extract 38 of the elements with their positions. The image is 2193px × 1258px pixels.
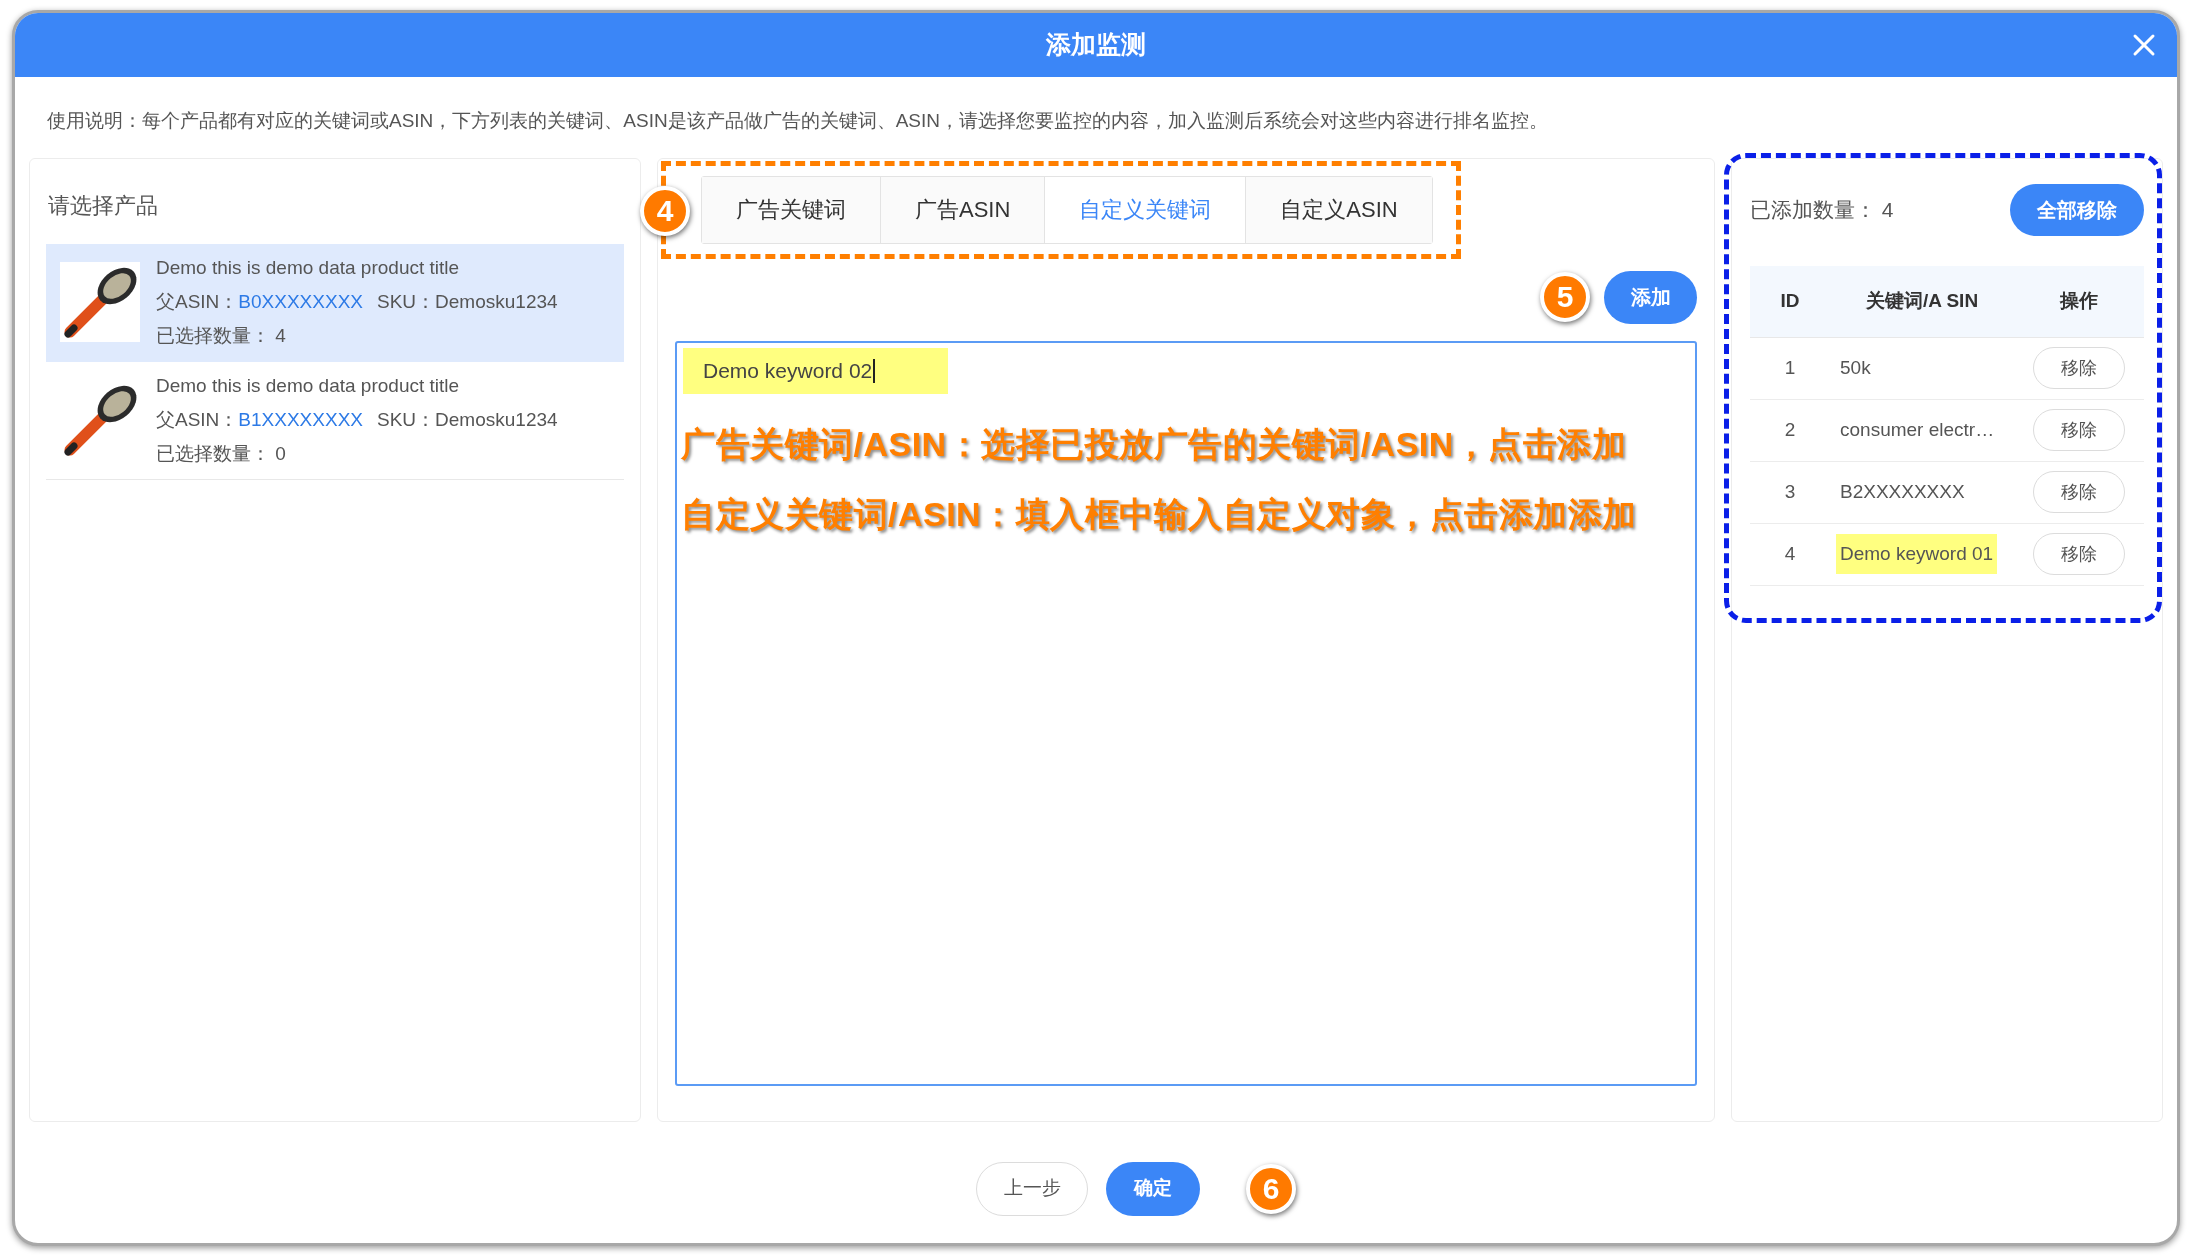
table-cell-text: 2 (1783, 417, 1797, 442)
table-cell: Demo keyword 01 (1836, 533, 1998, 575)
column-header: 关键词/A SIN (1864, 288, 1980, 313)
product-title: Demo this is demo data product title (156, 374, 461, 398)
added-count: 已添加数量： 4 (1750, 196, 1894, 223)
asin-label: 父ASIN： (156, 290, 239, 314)
tab[interactable]: 广告关键词 (702, 176, 881, 243)
product-item[interactable]: Demo this is demo data product title 父ASIN：B0XXXXXXXX SKU：Demosku1234 已选择数量： 4 (46, 243, 624, 362)
remove-button[interactable]: 移除 (2033, 347, 2125, 389)
selected-count: 已选择数量： 0 (156, 442, 287, 466)
tab[interactable]: 自定义ASIN (1246, 176, 1432, 243)
confirm-button[interactable]: 确定 (1106, 1161, 1200, 1216)
asin-link[interactable]: B1XXXXXXXX (238, 403, 363, 437)
sku-text: SKU：Demosku1234 (377, 290, 558, 314)
column-header: ID (1779, 288, 1801, 313)
table-cell-text: 1 (1783, 355, 1797, 380)
back-button[interactable]: 上一步 (976, 1161, 1088, 1216)
table-cell-text: consumer electr… (1839, 417, 1996, 442)
add-button[interactable]: 添加 (1604, 270, 1697, 324)
table-cell-text: 3 (1783, 479, 1797, 504)
dialog-title: 添加监测 (1046, 29, 1146, 61)
remove-button[interactable]: 移除 (2033, 533, 2125, 575)
annotation-text: 广告关键词/ASIN：选择已投放广告的关键词/ASIN，点击添加 (681, 423, 1628, 465)
annotation-text: 自定义关键词/ASIN：填入框中输入自定义对象，点击添加添加 (681, 493, 1637, 535)
remove-all-button[interactable]: 全部移除 (2010, 183, 2144, 236)
remove-button[interactable]: 移除 (2033, 471, 2125, 513)
asin-label: 父ASIN： (156, 408, 239, 432)
column-header: 操作 (2058, 288, 2099, 313)
product-title: Demo this is demo data product title (156, 256, 461, 280)
sku-text: SKU：Demosku1234 (377, 408, 558, 432)
table-cell-text: 50k (1839, 355, 1872, 380)
tab[interactable]: 广告ASIN (881, 176, 1046, 243)
instructions-text: 使用说明：每个产品都有对应的关键词或ASIN，下方列表的关键词、ASIN是该产品做广告的关键词、ASIN，请选择您要监控的内容，加入监测后系统会对这些内容进行排名监控。 (46, 109, 1550, 133)
panel-heading: 请选择产品 (47, 191, 159, 220)
table-cell-text: 4 (1783, 541, 1797, 566)
selected-count: 已选择数量： 4 (156, 324, 287, 348)
remove-button[interactable]: 移除 (2033, 409, 2125, 451)
table-cell-text: B2XXXXXXXX (1839, 479, 1966, 504)
